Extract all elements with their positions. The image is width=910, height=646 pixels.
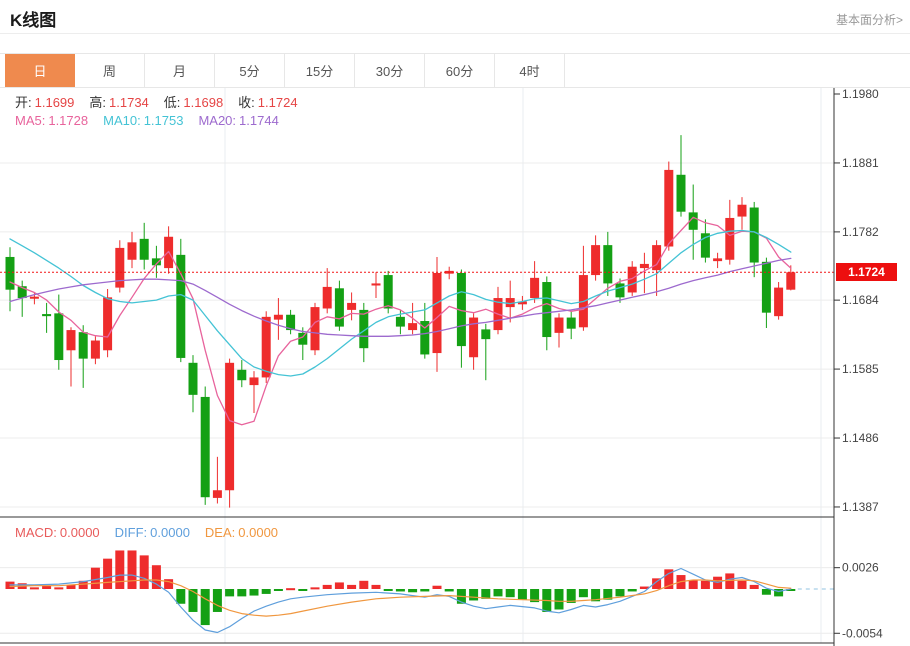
ohlc-close: 收:1.1724 xyxy=(238,95,297,110)
svg-text:-0.0054: -0.0054 xyxy=(842,626,883,640)
kline-chart-canvas[interactable]: 1.1980 1.1881 1.1782 1.1684 1.1585 1.1486 1.13… xyxy=(0,88,910,646)
kline-chart[interactable]: 1.1980 1.1881 1.1782 1.1684 1.1585 1.1486 1.13… xyxy=(0,88,910,646)
ma20-readout: MA20:1.1744 xyxy=(198,113,278,128)
last-price-tag: 1.1724 xyxy=(836,263,897,281)
page-title: K线图 xyxy=(10,6,56,31)
svg-text:1.1486: 1.1486 xyxy=(842,431,879,445)
ohlc-high: 高:1.1734 xyxy=(89,95,148,110)
svg-text:1.1684: 1.1684 xyxy=(842,293,879,307)
ma10-readout: MA10:1.1753 xyxy=(103,113,183,128)
ohlc-low: 低:1.1698 xyxy=(164,95,223,110)
diff-readout: DIFF:0.0000 xyxy=(115,525,190,540)
ma5-readout: MA5:1.1728 xyxy=(15,113,88,128)
fundamental-analysis-link[interactable]: 基本面分析> xyxy=(836,11,903,28)
svg-text:0.0026: 0.0026 xyxy=(842,561,879,575)
ma10-line xyxy=(10,231,791,377)
candles-layer xyxy=(6,135,796,508)
ma-legend: MA5:1.1728 MA10:1.1753 MA20:1.1744 xyxy=(15,113,294,128)
svg-text:1.1881: 1.1881 xyxy=(842,156,879,170)
macd-readout: MACD:0.0000 xyxy=(15,525,100,540)
svg-text:1.1980: 1.1980 xyxy=(842,88,879,101)
tab-5min[interactable]: 5分 xyxy=(215,54,285,87)
tab-month[interactable]: 月 xyxy=(145,54,215,87)
svg-text:1.1585: 1.1585 xyxy=(842,362,879,376)
tab-week[interactable]: 周 xyxy=(75,54,145,87)
interval-tabbar: 日周月5分15分30分60分4时 xyxy=(0,53,910,88)
grid-layer xyxy=(0,88,834,643)
dea-readout: DEA:0.0000 xyxy=(205,525,278,540)
header-divider xyxy=(0,33,910,34)
tab-60min[interactable]: 60分 xyxy=(425,54,495,87)
svg-text:1.1782: 1.1782 xyxy=(842,225,879,239)
macd-histogram xyxy=(6,550,796,625)
diff-line xyxy=(10,569,791,633)
tab-30min[interactable]: 30分 xyxy=(355,54,425,87)
dea-line xyxy=(10,580,791,616)
tab-4hour[interactable]: 4时 xyxy=(495,54,565,87)
ohlc-open: 开:1.1699 xyxy=(15,95,74,110)
svg-text:1.1387: 1.1387 xyxy=(842,500,879,514)
tab-day[interactable]: 日 xyxy=(5,54,75,87)
macd-legend: MACD:0.0000 DIFF:0.0000 DEA:0.0000 xyxy=(15,525,293,540)
kline-page: K线图 基本面分析> 日周月5分15分30分60分4时 1.1980 1.1881… xyxy=(0,0,910,646)
ohlc-readout: 开:1.1699 高:1.1734 低:1.1698 收:1.1724 xyxy=(15,95,313,110)
tab-15min[interactable]: 15分 xyxy=(285,54,355,87)
